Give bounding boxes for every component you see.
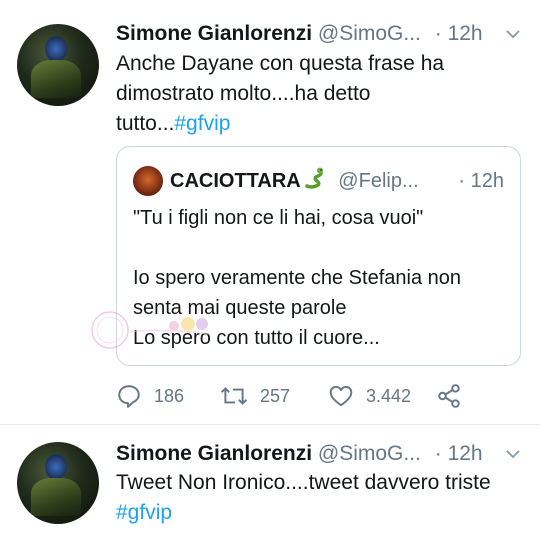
quoted-text: "Tu i figli non ce li hai, cosa vuoi" Io…: [133, 203, 506, 353]
quoted-author-handle: @Felip...: [338, 170, 419, 192]
reply-icon: [118, 385, 140, 408]
hashtag-link[interactable]: #gfvip: [116, 498, 521, 528]
quoted-text-line: "Tu i figli non ce li hai, cosa vuoi": [133, 207, 424, 229]
quoted-text-line: Io spero veramente che Stefania non: [133, 267, 461, 289]
quoted-avatar[interactable]: [133, 166, 163, 196]
tweet-time: · 12h: [434, 22, 483, 45]
quoted-text-line: Lo spero con tutto il cuore...: [133, 327, 380, 349]
avatar[interactable]: [17, 442, 99, 524]
tweet-text: Tweet Non Ironico....tweet davvero trist…: [116, 468, 521, 528]
share-button[interactable]: [436, 380, 474, 412]
tweet-actions: 186 257 3.442: [116, 380, 521, 412]
tweet-header: Simone Gianlorenzi @SimoG... · 12h: [116, 19, 520, 49]
chevron-down-icon[interactable]: [506, 27, 520, 41]
quoted-author-name: CACIOTTARA: [170, 170, 301, 192]
quoted-time: · 12h: [458, 170, 504, 192]
quoted-text-line: senta mai queste parole: [133, 297, 347, 319]
tweet-text-line: Tweet Non Ironico....tweet davvero trist…: [116, 471, 491, 494]
reply-count: 186: [154, 385, 185, 406]
tweet-header: Simone Gianlorenzi @SimoG... · 12h: [116, 439, 520, 469]
quoted-header: CACIOTTARA @Felip... · 12h: [170, 166, 504, 196]
tweet-time: · 12h: [434, 442, 483, 465]
retweet-count: 257: [260, 385, 291, 406]
author-name[interactable]: Simone Gianlorenzi: [116, 22, 312, 45]
avatar[interactable]: [17, 24, 99, 106]
heart-icon: [329, 385, 353, 407]
retweet-icon: [220, 387, 248, 405]
quoted-tweet[interactable]: CACIOTTARA @Felip... · 12h "Tu i figli n…: [116, 146, 521, 366]
tweet[interactable]: Simone Gianlorenzi @SimoG... · 12h Anche…: [0, 0, 540, 424]
hashtag-link[interactable]: #gfvip: [174, 112, 230, 135]
author-handle[interactable]: @SimoG...: [318, 442, 421, 465]
reply-button[interactable]: 186: [116, 380, 184, 412]
tweet-text-line: tutto...: [116, 112, 175, 135]
tweet-text: Anche Dayane con questa frase ha dimostr…: [116, 49, 521, 139]
share-icon: [438, 384, 460, 408]
tweet-text-line: dimostrato molto....ha detto: [116, 82, 371, 105]
like-button[interactable]: 3.442: [328, 380, 411, 412]
like-count: 3.442: [366, 385, 412, 406]
author-name[interactable]: Simone Gianlorenzi: [116, 442, 312, 465]
retweet-button[interactable]: 257: [220, 380, 290, 412]
tweet-text-line: Anche Dayane con questa frase ha: [116, 52, 445, 75]
tweet[interactable]: Simone Gianlorenzi @SimoG... · 12h Tweet…: [0, 424, 540, 539]
snake-emoji-icon: [304, 167, 323, 189]
chevron-down-icon[interactable]: [506, 447, 520, 461]
author-handle[interactable]: @SimoG...: [318, 22, 421, 45]
